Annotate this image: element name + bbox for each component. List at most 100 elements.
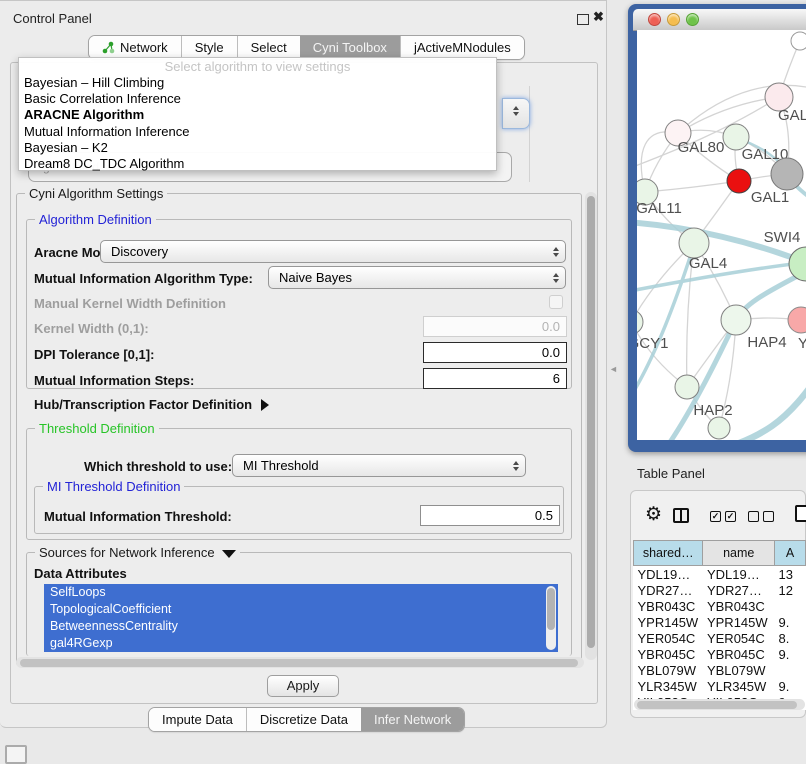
scrollbar-thumb[interactable]: [637, 701, 797, 709]
network-canvas[interactable]: GALGAL80GAL10GAL1GAL11SWI4GAL4GCY1HAP4YH…: [637, 30, 806, 440]
which-threshold-label: Which threshold to use:: [84, 459, 232, 474]
node-label: GAL: [778, 107, 806, 124]
algorithm-option[interactable]: Mutual Information Inference: [19, 124, 496, 140]
tab-label: Cyni Toolbox: [313, 36, 387, 59]
column-header[interactable]: name: [703, 541, 775, 566]
attributes-vertical-scrollbar[interactable]: [546, 586, 556, 650]
checked-box-icon[interactable]: ✓: [710, 511, 721, 522]
table-horizontal-scrollbar[interactable]: [634, 699, 805, 710]
table-row[interactable]: YLR345WYLR345W9.: [634, 678, 806, 694]
network-node-hap4[interactable]: [721, 305, 751, 335]
tab-jactivemnodules[interactable]: jActiveMNodules: [400, 36, 524, 59]
scrollbar-thumb[interactable]: [547, 588, 555, 630]
table-cell: [775, 662, 806, 678]
table-row[interactable]: YER054CYER054C8.: [634, 630, 806, 646]
close-icon[interactable]: ✖: [593, 9, 604, 25]
manual-kernel-width-checkbox[interactable]: [549, 295, 563, 309]
column-header[interactable]: shared…: [634, 541, 703, 566]
control-panel-title: Control Panel: [13, 11, 92, 26]
scrollbar-thumb[interactable]: [587, 196, 595, 648]
table-body: YDL19…YDL19…13YDR27…YDR27…12YBR043CYBR04…: [634, 566, 806, 711]
table-cell: 12: [775, 582, 806, 598]
node-label: Y: [798, 335, 806, 352]
tab-label: Select: [251, 36, 287, 59]
network-node[interactable]: [771, 158, 803, 190]
scrollbar-thumb[interactable]: [20, 659, 578, 667]
algorithm-option[interactable]: Bayesian – K2: [19, 140, 496, 156]
algorithm-option[interactable]: Bayesian – Hill Climbing: [19, 75, 496, 91]
aracne-mode-combobox[interactable]: Discovery: [100, 240, 566, 263]
tab-label: Infer Network: [374, 708, 451, 731]
network-node[interactable]: [708, 417, 730, 439]
algorithm-option[interactable]: Dream8 DC_TDC Algorithm: [19, 156, 496, 172]
tab-select[interactable]: Select: [237, 36, 300, 59]
checked-box-icon[interactable]: ✓: [725, 511, 736, 522]
settings-horizontal-scrollbar[interactable]: [16, 657, 584, 668]
hub-definition-toggle[interactable]: Hub/Transcription Factor Definition: [34, 397, 269, 412]
table-row[interactable]: YDR27…YDR27…12: [634, 582, 806, 598]
mi-threshold-input[interactable]: [420, 505, 560, 526]
settings-vertical-scrollbar[interactable]: [585, 192, 597, 660]
table-row[interactable]: YDL19…YDL19…13: [634, 566, 806, 583]
tab-cyni-toolbox[interactable]: Cyni Toolbox: [300, 36, 400, 59]
unchecked-box-icon[interactable]: [763, 511, 774, 522]
algorithm-option[interactable]: ARACNE Algorithm: [19, 107, 496, 123]
which-threshold-combobox[interactable]: MI Threshold: [232, 454, 526, 477]
table-row[interactable]: YBL079WYBL079W: [634, 662, 806, 678]
tab-label: Impute Data: [162, 708, 233, 731]
obscured-focused-combobox[interactable]: [502, 98, 530, 129]
zoom-traffic-light-icon[interactable]: [686, 13, 699, 26]
network-node[interactable]: [791, 32, 806, 50]
table-row[interactable]: YBR045CYBR045C9.: [634, 646, 806, 662]
mi-steps-label: Mutual Information Steps:: [34, 373, 194, 388]
mi-threshold-label: Mutual Information Threshold:: [44, 509, 232, 524]
expanded-arrow-icon: [222, 550, 236, 558]
network-node-gcy1[interactable]: [637, 310, 643, 334]
table-cell: 13: [775, 566, 806, 583]
minimized-panel-icon[interactable]: [5, 745, 27, 764]
float-window-icon[interactable]: [577, 14, 589, 25]
kernel-width-input[interactable]: [423, 316, 567, 337]
splitpane-collapse-icon[interactable]: ◄: [609, 364, 618, 374]
table-cell: 9.: [775, 646, 806, 662]
network-node-gal1[interactable]: [727, 169, 751, 193]
table-cell: YBR043C: [703, 598, 775, 614]
data-attribute-item[interactable]: BetweennessCentrality: [44, 618, 558, 635]
cyni-bottom-tabbar: Impute Data Discretize Data Infer Network: [148, 707, 465, 732]
data-attribute-item[interactable]: TopologicalCoefficient: [44, 601, 558, 618]
threshold-definition-legend: Threshold Definition: [35, 421, 159, 436]
tab-network[interactable]: Network: [89, 36, 181, 59]
table-row[interactable]: YBR043CYBR043C: [634, 598, 806, 614]
dpi-tolerance-input[interactable]: [423, 342, 567, 363]
sources-legend[interactable]: Sources for Network Inference: [35, 545, 240, 560]
mi-algorithm-type-combobox[interactable]: Naive Bayes: [268, 266, 566, 289]
node-label: GCY1: [637, 335, 668, 352]
mi-steps-input[interactable]: [423, 368, 567, 389]
tab-infer-network[interactable]: Infer Network: [361, 708, 464, 731]
algorithm-option[interactable]: Basic Correlation Inference: [19, 91, 496, 107]
table-cell: YDL19…: [703, 566, 775, 583]
document-icon[interactable]: [795, 505, 806, 522]
tab-style[interactable]: Style: [181, 36, 237, 59]
close-traffic-light-icon[interactable]: [648, 13, 661, 26]
unchecked-box-icon[interactable]: [748, 511, 759, 522]
column-header[interactable]: A: [775, 541, 806, 566]
table-row[interactable]: YPR145WYPR145W9.: [634, 614, 806, 630]
network-node-y[interactable]: [788, 307, 806, 333]
network-icon: [102, 41, 115, 54]
mi-algorithm-type-value: Naive Bayes: [269, 270, 547, 285]
tab-discretize-data[interactable]: Discretize Data: [246, 708, 361, 731]
cyni-algorithm-settings-legend: Cyni Algorithm Settings: [25, 186, 167, 201]
gear-icon[interactable]: ⚙: [645, 505, 662, 524]
network-node-swi4[interactable]: [789, 247, 806, 281]
network-node-hap2[interactable]: [675, 375, 699, 399]
minimize-traffic-light-icon[interactable]: [667, 13, 680, 26]
data-attribute-item[interactable]: gal4RGexp: [44, 635, 558, 652]
columns-icon[interactable]: [673, 508, 689, 523]
data-attributes-list[interactable]: SelfLoopsTopologicalCoefficientBetweenne…: [44, 584, 558, 652]
tab-impute-data[interactable]: Impute Data: [149, 708, 246, 731]
data-attribute-item[interactable]: SelfLoops: [44, 584, 558, 601]
network-node-gal4[interactable]: [679, 228, 709, 258]
algorithm-dropdown-popup: Select algorithm to view settings Bayesi…: [18, 57, 497, 171]
apply-button[interactable]: Apply: [267, 675, 339, 697]
